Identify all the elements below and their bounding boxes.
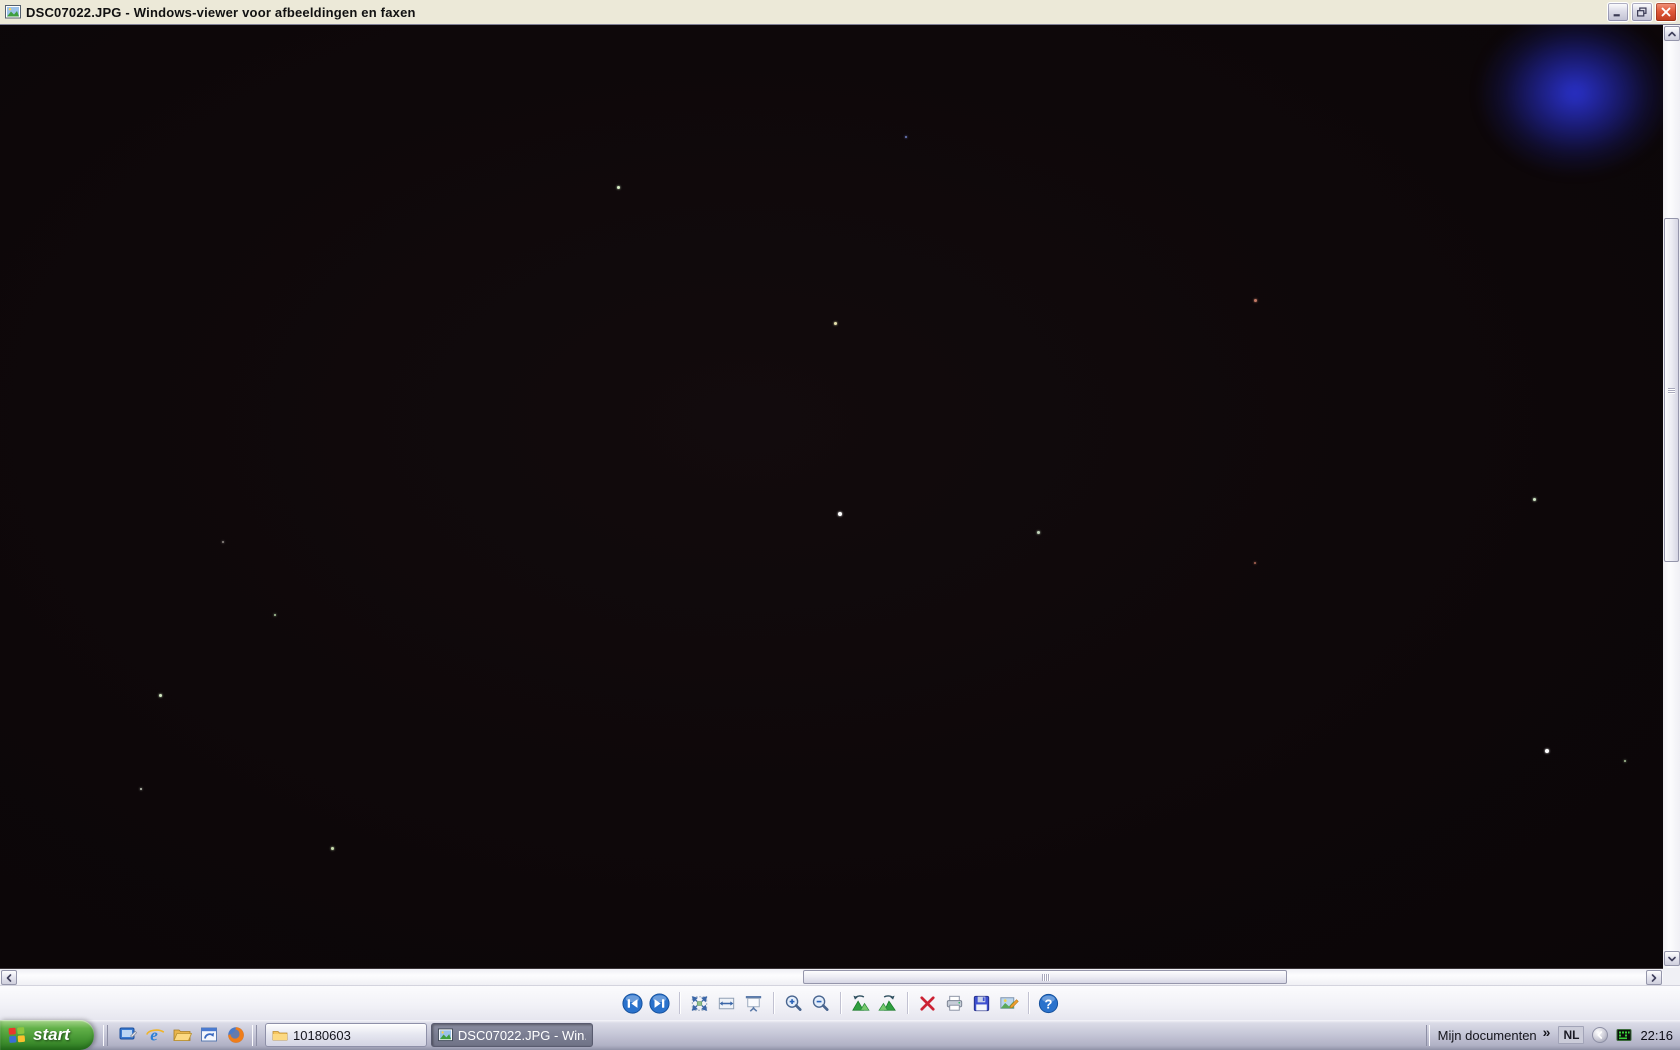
toolbar-grip[interactable] xyxy=(103,1024,108,1046)
next-image-button[interactable] xyxy=(646,990,673,1017)
slideshow-button[interactable] xyxy=(740,990,767,1017)
toolbar-separator xyxy=(678,992,680,1014)
toolbar-overflow-chevron[interactable]: » xyxy=(1543,1024,1551,1040)
vertical-scroll-thumb[interactable] xyxy=(1664,218,1679,562)
star-point xyxy=(1254,299,1257,302)
task-label: DSC07022.JPG - Win... xyxy=(457,1027,586,1043)
scroll-left-button[interactable] xyxy=(1,970,17,985)
start-label: start xyxy=(33,1025,70,1044)
picture-viewer-icon xyxy=(438,1028,453,1042)
viewer-toolbar: ? xyxy=(0,985,1680,1020)
thumb-grip xyxy=(1668,387,1675,393)
window-controls xyxy=(1607,2,1677,22)
thumb-grip xyxy=(1041,973,1049,981)
star-point xyxy=(159,694,162,697)
hide-inactive-icons-button[interactable] xyxy=(1592,1027,1609,1043)
taskbar-clock[interactable]: 22:16 xyxy=(1640,1028,1673,1043)
task-button-viewer[interactable]: DSC07022.JPG - Win... xyxy=(431,1023,593,1047)
vertical-scrollbar[interactable] xyxy=(1663,25,1680,968)
scroll-down-button[interactable] xyxy=(1664,951,1680,966)
edit-picture-button[interactable] xyxy=(995,990,1022,1017)
help-button[interactable]: ? xyxy=(1035,990,1062,1017)
svg-text:e: e xyxy=(150,1026,158,1045)
best-fit-button[interactable] xyxy=(686,990,713,1017)
restore-button[interactable] xyxy=(1631,2,1653,22)
start-button[interactable]: start xyxy=(0,1020,94,1050)
app-window-icon[interactable] xyxy=(197,1024,220,1047)
previous-image-button[interactable] xyxy=(619,990,646,1017)
horizontal-scroll-thumb[interactable] xyxy=(803,970,1287,984)
folder-icon xyxy=(272,1031,288,1041)
toolbar-grip[interactable] xyxy=(252,1024,257,1046)
toolbar-separator xyxy=(772,992,774,1014)
star-point xyxy=(1545,749,1549,753)
star-point xyxy=(1624,760,1626,762)
language-indicator[interactable]: NL xyxy=(1558,1026,1585,1044)
star-point xyxy=(838,512,842,516)
minimize-button[interactable] xyxy=(1607,2,1629,22)
rotate-clockwise-button[interactable] xyxy=(874,990,901,1017)
viewer-window: DSC07022.JPG - Windows-viewer voor afbee… xyxy=(0,0,1680,1050)
horizontal-scrollbar[interactable] xyxy=(0,968,1680,985)
star-point xyxy=(1533,498,1536,501)
task-label: 10180603 xyxy=(293,1027,351,1043)
quick-launch-bar: e xyxy=(94,1024,252,1047)
scroll-up-button[interactable] xyxy=(1664,26,1680,41)
actual-size-button[interactable] xyxy=(713,990,740,1017)
titlebar: DSC07022.JPG - Windows-viewer voor afbee… xyxy=(0,0,1680,25)
open-folder-icon[interactable] xyxy=(170,1024,193,1047)
toolbar-separator xyxy=(839,992,841,1014)
show-desktop-icon[interactable] xyxy=(116,1024,139,1047)
star-point xyxy=(274,614,276,616)
toolbar-separator xyxy=(1027,992,1029,1014)
documents-toolbar-label: Mijn documenten xyxy=(1437,1027,1537,1043)
zoom-in-button[interactable] xyxy=(780,990,807,1017)
internet-explorer-icon[interactable]: e xyxy=(143,1024,166,1047)
windows-flag-icon xyxy=(8,1027,26,1043)
scroll-right-button[interactable] xyxy=(1646,970,1662,985)
delete-button[interactable] xyxy=(914,990,941,1017)
star-point xyxy=(222,541,224,543)
scrollbar-corner xyxy=(1663,968,1680,985)
close-button[interactable] xyxy=(1655,2,1677,22)
tray-divider xyxy=(1425,1024,1430,1046)
rotate-counterclockwise-button[interactable] xyxy=(847,990,874,1017)
taskbar: start e 10180603 DSC07022.JPG - Win... M… xyxy=(0,1020,1680,1050)
print-button[interactable] xyxy=(941,990,968,1017)
picture-viewer-icon[interactable] xyxy=(4,4,21,21)
window-title: DSC07022.JPG - Windows-viewer voor afbee… xyxy=(26,4,416,20)
zoom-out-button[interactable] xyxy=(807,990,834,1017)
firefox-icon[interactable] xyxy=(224,1024,247,1047)
image-viewport[interactable] xyxy=(0,25,1663,968)
svg-text:?: ? xyxy=(1044,996,1052,1011)
star-point xyxy=(1254,562,1256,564)
tray-status-icon[interactable] xyxy=(1616,1027,1632,1043)
star-point xyxy=(617,186,620,189)
star-point xyxy=(140,788,142,790)
save-button[interactable] xyxy=(968,990,995,1017)
star-point xyxy=(1037,531,1040,534)
star-point xyxy=(905,136,907,138)
blue-light-blob xyxy=(1480,25,1663,173)
system-tray: Mijn documenten » NL 22:16 xyxy=(1425,1020,1680,1050)
toolbar-separator xyxy=(906,992,908,1014)
star-point xyxy=(331,847,334,850)
star-point xyxy=(834,322,837,325)
task-button-folder[interactable]: 10180603 xyxy=(265,1023,427,1047)
